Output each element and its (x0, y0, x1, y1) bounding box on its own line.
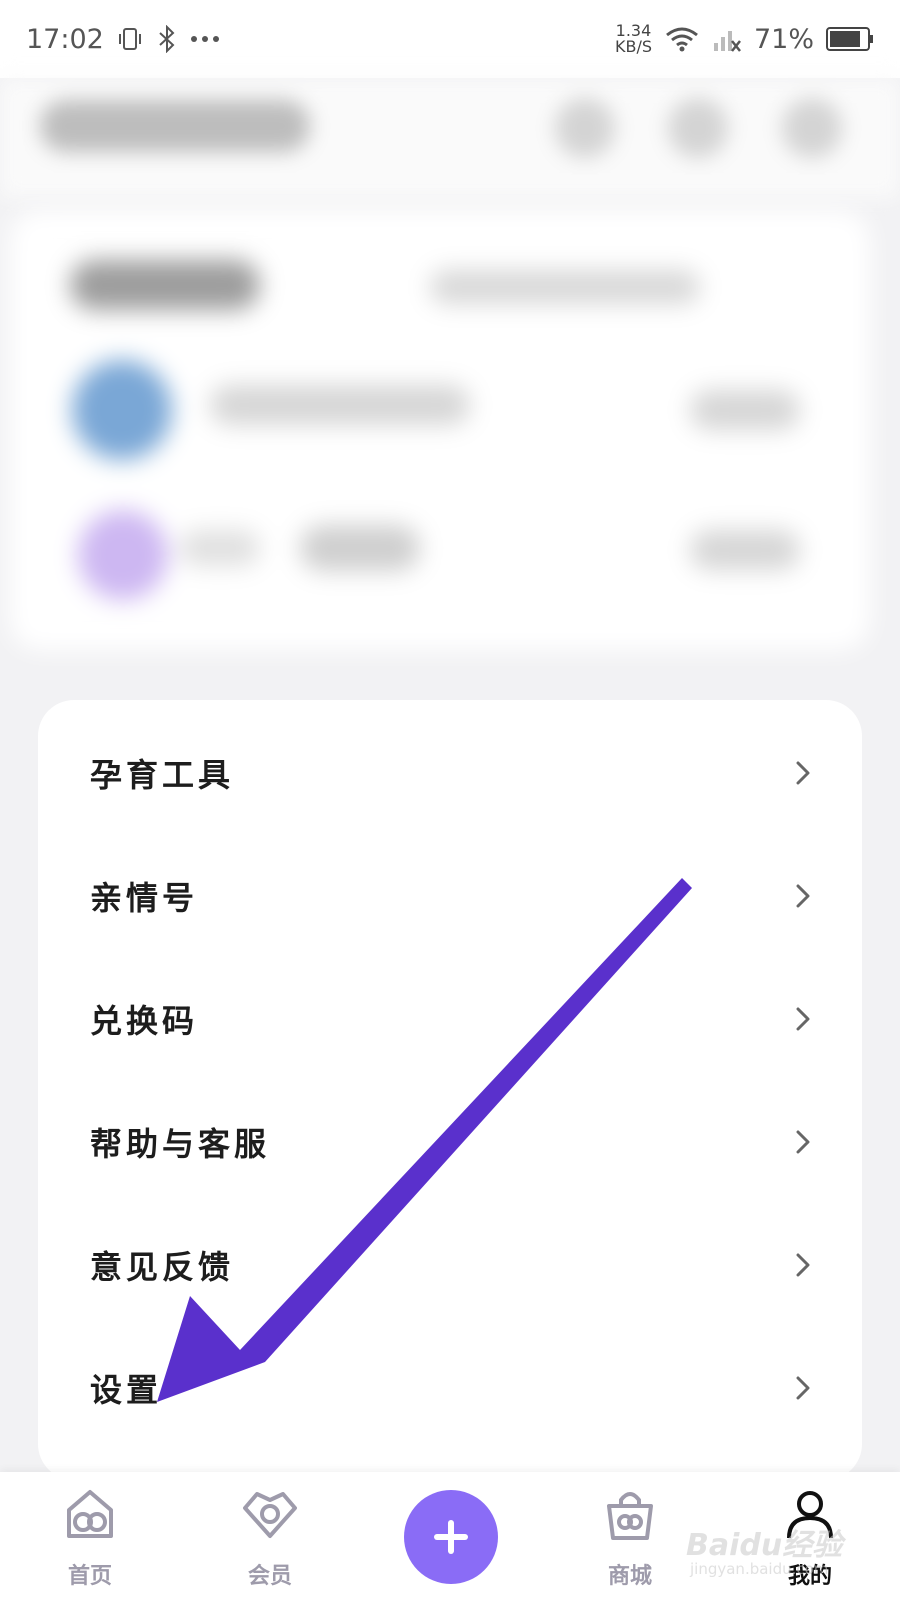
home-icon (67, 1490, 113, 1538)
blurred-name (70, 260, 260, 310)
user-profile-icon (787, 1491, 833, 1539)
bluetooth-icon (156, 25, 178, 53)
menu-item-label: 兑换码 (90, 1001, 199, 1040)
chevron-right-icon (796, 1007, 810, 1030)
blurred-subtitle (430, 270, 700, 304)
blurred-text (690, 530, 800, 570)
shopping-bag-icon (607, 1492, 653, 1540)
menu-card: 孕育工具 亲情号 兑换码 帮助与客服 意见反馈 设置 (38, 700, 862, 1480)
blurred-title (40, 100, 310, 152)
blurred-header-icon (555, 98, 615, 158)
battery-icon (826, 26, 874, 52)
chevron-right-icon (796, 1253, 810, 1276)
blurred-text (180, 530, 260, 566)
nav-home[interactable]: 首页 (30, 1486, 150, 1596)
blurred-header-icon (668, 98, 728, 158)
blurred-header-icon (782, 98, 842, 158)
menu-item-pregnancy-tools[interactable]: 孕育工具 (38, 710, 862, 835)
bottom-nav: 首页 会员 商城 我的 (0, 1472, 900, 1600)
menu-item-help-support[interactable]: 帮助与客服 (38, 1079, 862, 1204)
network-speed: 1.34 KB/S (615, 23, 652, 55)
status-time: 17:02 (26, 23, 104, 55)
nav-mall[interactable]: 商城 (570, 1486, 690, 1596)
blurred-header (0, 78, 900, 198)
menu-item-redeem-code[interactable]: 兑换码 (38, 956, 862, 1081)
network-speed-unit: KB/S (614, 37, 652, 56)
status-bar-left: 17:02 (26, 24, 220, 55)
status-bar-right: 1.34 KB/S 71% (615, 23, 874, 55)
menu-item-label: 孕育工具 (90, 755, 235, 794)
heart-diamond-icon (243, 1492, 297, 1538)
menu-item-label: 亲情号 (90, 878, 199, 917)
nav-member[interactable]: 会员 (210, 1486, 330, 1596)
battery-percent: 71% (753, 23, 814, 55)
menu-item-label: 帮助与客服 (90, 1124, 271, 1163)
menu-item-label: 意见反馈 (90, 1247, 235, 1286)
chevron-right-icon (796, 1130, 810, 1153)
menu-item-label: 设置 (90, 1370, 163, 1409)
watermark-url: jingyan.baidu.com (690, 1560, 829, 1578)
nav-mall-label: 商城 (607, 1563, 652, 1589)
blurred-profile-card (10, 210, 870, 650)
blurred-text (210, 385, 470, 425)
signal-no-service-icon (712, 25, 742, 53)
nav-mine[interactable]: 我的 (750, 1486, 870, 1596)
menu-item-family-number[interactable]: 亲情号 (38, 833, 862, 958)
wifi-icon (664, 25, 700, 53)
vibrate-icon (116, 25, 144, 53)
blurred-avatar (78, 510, 168, 600)
add-button[interactable] (404, 1490, 498, 1584)
nav-member-label: 会员 (247, 1563, 292, 1589)
blurred-text (690, 390, 800, 430)
plus-icon (434, 1520, 468, 1554)
blurred-avatar (72, 360, 172, 460)
menu-item-settings[interactable]: 设置 (38, 1325, 862, 1450)
blurred-text (300, 525, 420, 571)
more-dots-icon (190, 34, 220, 44)
menu-item-feedback[interactable]: 意见反馈 (38, 1202, 862, 1327)
chevron-right-icon (796, 761, 810, 784)
chevron-right-icon (796, 884, 810, 907)
nav-home-label: 首页 (67, 1563, 112, 1589)
chevron-right-icon (796, 1376, 810, 1399)
status-bar: 17:02 1.34 KB/S 71% (0, 0, 900, 78)
